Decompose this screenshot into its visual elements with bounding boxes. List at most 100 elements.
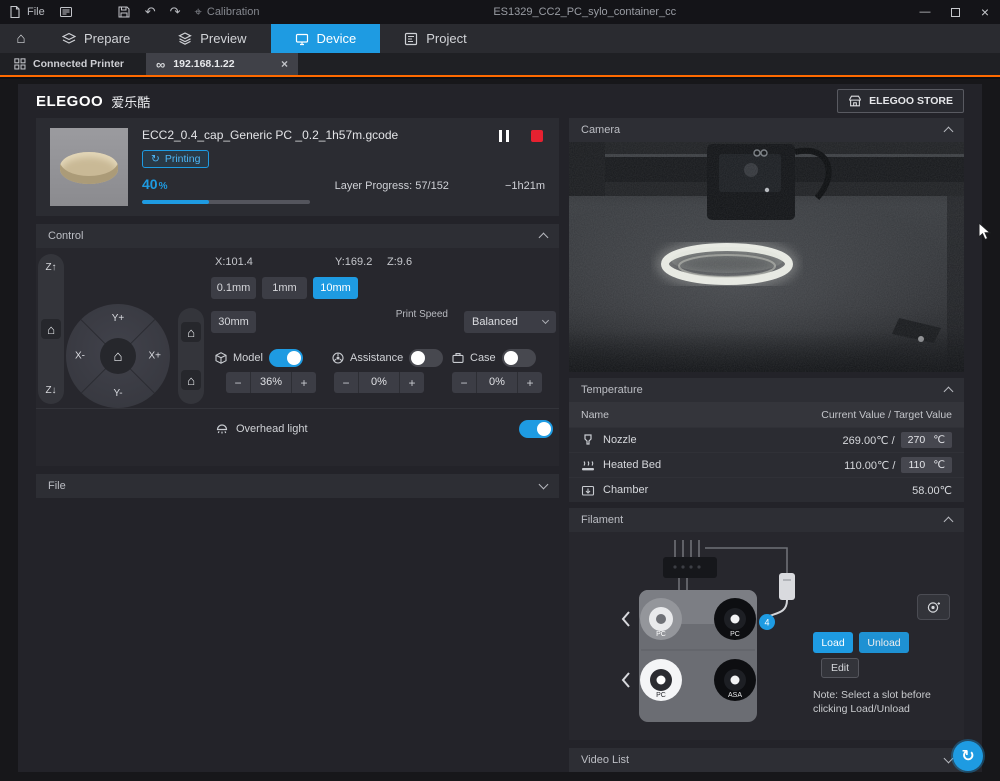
elegoo-store-button[interactable]: ELEGOO STORE bbox=[837, 89, 964, 113]
file-section-header[interactable]: File bbox=[36, 474, 559, 498]
celsius-unit: ℃ bbox=[933, 459, 945, 471]
control-body: X:101.4 Y:169.2 Z:9.6 0.1mm 1mm 10mm 30m… bbox=[36, 248, 559, 466]
z-up-button[interactable]: Z↑ bbox=[45, 262, 56, 273]
home-button[interactable]: ⌂ bbox=[4, 24, 38, 53]
filament-section-header[interactable]: Filament bbox=[569, 508, 964, 532]
edit-button[interactable]: Edit bbox=[821, 658, 859, 678]
model-fan-switch[interactable] bbox=[269, 349, 303, 367]
temperature-table-header: Name Current Value / Target Value bbox=[569, 402, 964, 427]
step-10mm-button[interactable]: 10mm bbox=[313, 277, 358, 299]
spool-slot-2[interactable]: PC bbox=[714, 598, 756, 640]
decrease-button[interactable]: − bbox=[452, 376, 476, 390]
jog-y-minus[interactable]: Y- bbox=[113, 388, 122, 399]
step-1mm-button[interactable]: 1mm bbox=[262, 277, 307, 299]
progress-percent: 40 bbox=[142, 176, 158, 192]
model-cube-icon bbox=[215, 352, 227, 364]
heated-bed-temp-row: Heated Bed 110.00℃ / 110 ℃ bbox=[569, 452, 964, 477]
filament-body: PC PC 4 PC bbox=[569, 532, 964, 740]
calibration-icon: ⌖ bbox=[195, 4, 202, 20]
load-button[interactable]: Load bbox=[813, 632, 853, 653]
jog-x-plus[interactable]: X+ bbox=[148, 351, 161, 362]
assistance-fan-switch[interactable] bbox=[409, 349, 443, 367]
video-list-title: Video List bbox=[581, 754, 629, 766]
camera-section-header[interactable]: Camera bbox=[569, 118, 964, 142]
decrease-button[interactable]: − bbox=[226, 376, 250, 390]
tab-project[interactable]: Project bbox=[380, 24, 490, 53]
spool-slot-4[interactable]: ASA bbox=[714, 659, 756, 701]
coordinate-x: X:101.4 bbox=[215, 256, 253, 268]
slot-arrow-bottom[interactable] bbox=[623, 673, 629, 687]
tab-preview[interactable]: Preview bbox=[154, 24, 270, 53]
chevron-down-icon bbox=[542, 317, 549, 324]
calibration-label: Calibration bbox=[207, 6, 260, 18]
print-speed-value: Balanced bbox=[472, 316, 518, 328]
jog-x-minus[interactable]: X- bbox=[75, 351, 85, 362]
window-controls: — × bbox=[910, 0, 1000, 24]
camera-feed bbox=[569, 142, 964, 372]
spool-slot-1[interactable]: PC bbox=[640, 598, 682, 640]
close-tab-icon[interactable]: × bbox=[281, 57, 288, 71]
control-section: Control X:101.4 Y:169.2 Z:9.6 0.1mm 1mm … bbox=[36, 224, 559, 466]
filament-settings-button[interactable] bbox=[917, 594, 950, 620]
case-fan-value: 0% bbox=[476, 372, 518, 393]
assistance-fan-value: 0% bbox=[358, 372, 400, 393]
minimize-icon: — bbox=[920, 6, 931, 18]
pause-button[interactable] bbox=[499, 130, 509, 142]
coordinate-y: Y:169.2 bbox=[335, 256, 372, 268]
increase-button[interactable]: + bbox=[292, 376, 316, 390]
decrease-button[interactable]: − bbox=[334, 376, 358, 390]
chamber-temp-row: Chamber 58.00℃ bbox=[569, 477, 964, 502]
refresh-button[interactable]: ↻ bbox=[953, 741, 983, 771]
list-icon[interactable] bbox=[59, 5, 73, 19]
assistance-fan-stepper: − 0% + bbox=[334, 372, 424, 393]
connected-printer-text: Connected Printer bbox=[33, 58, 124, 70]
nozzle-temp-row: Nozzle 269.00℃ / 270 ℃ bbox=[569, 427, 964, 452]
tab-prepare-label: Prepare bbox=[84, 31, 130, 46]
undo-icon[interactable]: ↶ bbox=[145, 4, 156, 20]
title-bar: File ↶ ↷ ⌖ Calibration ES1329_CC2_PC_syl… bbox=[0, 0, 1000, 24]
spool-slot-3-selected[interactable]: PC bbox=[640, 659, 682, 701]
case-fan-label: Case bbox=[470, 352, 496, 364]
minimize-button[interactable]: — bbox=[910, 0, 940, 24]
case-fan-switch[interactable] bbox=[502, 349, 536, 367]
home-bed-button[interactable]: ⌂ bbox=[181, 370, 201, 390]
z-home-button[interactable]: ⌂ bbox=[41, 319, 61, 339]
heated-bed-target-input[interactable]: 110 ℃ bbox=[901, 457, 952, 473]
printer-tab[interactable]: ∞ 192.168.1.22 × bbox=[146, 53, 298, 75]
control-section-header[interactable]: Control bbox=[36, 224, 559, 248]
refresh-icon: ↻ bbox=[961, 746, 974, 766]
chamber-icon bbox=[581, 484, 595, 497]
print-thumbnail bbox=[50, 128, 128, 206]
calibration-menu[interactable]: ⌖ Calibration bbox=[195, 4, 260, 20]
file-menu[interactable]: File bbox=[8, 5, 45, 19]
step-30mm-button[interactable]: 30mm bbox=[211, 311, 256, 333]
video-list-header[interactable]: Video List bbox=[569, 748, 964, 772]
slot-arrow-top[interactable] bbox=[623, 612, 629, 626]
control-title: Control bbox=[48, 230, 83, 242]
increase-button[interactable]: + bbox=[400, 376, 424, 390]
tab-project-label: Project bbox=[426, 31, 466, 46]
jog-y-plus[interactable]: Y+ bbox=[112, 313, 125, 324]
redo-icon[interactable]: ↷ bbox=[170, 4, 181, 20]
z-down-button[interactable]: Z↓ bbox=[45, 385, 56, 396]
save-icon[interactable] bbox=[117, 5, 131, 19]
nozzle-target-input[interactable]: 270 ℃ bbox=[901, 432, 952, 448]
step-0.1mm-button[interactable]: 0.1mm bbox=[211, 277, 256, 299]
print-speed-select[interactable]: Balanced bbox=[464, 311, 556, 333]
maximize-icon bbox=[951, 8, 960, 17]
home-all-button[interactable]: ⌂ bbox=[181, 322, 201, 342]
divider bbox=[36, 408, 559, 409]
home-icon: ⌂ bbox=[16, 30, 25, 47]
time-remaining: −1h21m bbox=[505, 180, 545, 192]
increase-button[interactable]: + bbox=[518, 376, 542, 390]
tab-device[interactable]: Device bbox=[271, 24, 381, 53]
xy-home-button[interactable]: ⌂ bbox=[100, 338, 136, 374]
tab-prepare[interactable]: Prepare bbox=[38, 24, 154, 53]
spool-settings-icon bbox=[926, 600, 941, 615]
overhead-light-switch[interactable] bbox=[519, 420, 553, 438]
stop-button[interactable] bbox=[531, 130, 543, 142]
unload-button[interactable]: Unload bbox=[859, 632, 909, 653]
temperature-section-header[interactable]: Temperature bbox=[569, 378, 964, 402]
close-button[interactable]: × bbox=[970, 0, 1000, 24]
maximize-button[interactable] bbox=[940, 0, 970, 24]
